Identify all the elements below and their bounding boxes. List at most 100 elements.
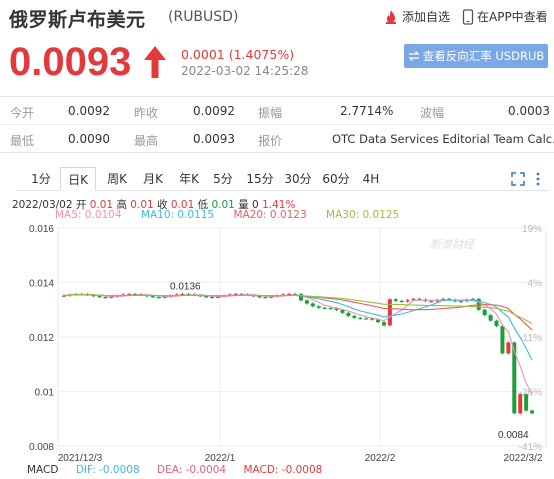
candle-body (304, 300, 309, 304)
ma5-line (63, 294, 533, 396)
view-in-app-button[interactable]: 在APP中查看 (462, 8, 548, 25)
candle-body (488, 315, 493, 321)
quote-info-table: 今开 0.0092 昨收 0.0092 振幅 2.7714% 波幅 0.0003… (0, 96, 554, 153)
low-label: 最低 (10, 134, 35, 148)
current-price: 0.0093 (9, 40, 132, 84)
add-watchlist-label: 添加自选 (402, 10, 451, 24)
watermark: 新浪财经 (430, 238, 475, 251)
tab-1min[interactable]: 1分 (24, 167, 58, 191)
quote-source-value: OTC Data Services Editorial Team Calc... (332, 132, 554, 146)
reverse-rate-label: 查看反向汇率 USDRUB (422, 49, 545, 63)
x-tick-label: 2022/2 (365, 453, 396, 464)
candle-body (346, 312, 351, 316)
max-annotation: 0.0136 (170, 281, 201, 292)
reverse-rate-button[interactable]: 查看反向汇率 USDRUB (404, 44, 548, 68)
info-row: 今开 0.0092 昨收 0.0092 振幅 2.7714% 波幅 0.0003 (0, 97, 554, 125)
currency-name: 俄罗斯卢布美元 (9, 9, 146, 31)
quote-source-label: 报价 (258, 134, 283, 148)
tab-daily[interactable]: 日K (60, 167, 96, 191)
amplitude-value: 2.7714% (340, 104, 394, 118)
prev-close-value: 0.0092 (193, 104, 235, 118)
candle-body (257, 296, 262, 298)
y-tick-label: 0.012 (29, 333, 54, 344)
tab-30min[interactable]: 30分 (280, 167, 316, 191)
candle-body (352, 315, 357, 318)
y-tick-label: 0.014 (29, 279, 54, 290)
candle-body (322, 307, 327, 310)
candle-body (405, 300, 410, 302)
candle-body (429, 301, 434, 303)
candle-body (494, 320, 499, 327)
y-tick-label: 0.016 (29, 224, 54, 235)
candle-body (393, 299, 398, 301)
y-tick-label: 0.01 (35, 388, 55, 399)
x-tick-label: 2022/3/2 (504, 453, 543, 464)
candle-body (482, 309, 487, 316)
candle-body (204, 296, 209, 298)
wave-value: 0.0003 (508, 104, 550, 118)
macd-value: MACD: -0.0008 (243, 464, 323, 476)
more-icon[interactable] (535, 172, 541, 186)
high-label: 最高 (134, 134, 159, 148)
pct-tick-label: 4% (528, 279, 543, 290)
candle-body (506, 342, 511, 354)
tab-yearly[interactable]: 年K (172, 167, 206, 191)
candle-body (210, 297, 215, 299)
up-arrow-icon (144, 46, 166, 78)
info-row: 最低 0.0090 最高 0.0093 报价 OTC Data Services… (0, 125, 554, 153)
candle-body (518, 394, 523, 414)
tab-60min[interactable]: 60分 (318, 167, 354, 191)
wave-label: 波幅 (420, 106, 445, 120)
prev-close-label: 昨收 (134, 106, 159, 120)
candle-body (263, 297, 268, 299)
header: 俄罗斯卢布美元 (RUBUSD) 添加自选 在APP中查看 (0, 0, 554, 32)
high-value: 0.0093 (193, 132, 235, 146)
candle-body (150, 296, 155, 298)
candle-body (500, 326, 505, 354)
tab-5min[interactable]: 5分 (208, 167, 238, 191)
swap-icon (408, 51, 420, 61)
candle-body (399, 300, 404, 303)
x-tick-label: 2022/1 (205, 453, 236, 464)
open-label: 今开 (10, 106, 35, 120)
open-value: 0.0092 (68, 104, 110, 118)
candle-body (512, 342, 517, 414)
flame-icon (386, 9, 396, 24)
candle-body (310, 303, 315, 307)
amplitude-label: 振幅 (258, 106, 283, 120)
candle-body (381, 322, 386, 326)
view-in-app-label: 在APP中查看 (477, 10, 548, 24)
candle-body (328, 308, 333, 310)
tab-15min[interactable]: 15分 (242, 167, 278, 191)
macd-title: MACD (27, 464, 59, 476)
low-value: 0.0090 (68, 132, 110, 146)
candle-body (156, 297, 161, 299)
candlestick-chart[interactable]: 0.0160.0140.0120.010.00819%4%-11%-26%-41… (0, 218, 554, 464)
quote-time: 2022-03-02 14:25:28 (181, 64, 309, 78)
currency-code: (RUBUSD) (168, 9, 239, 25)
candle-body (340, 309, 345, 313)
candle-body (316, 306, 321, 308)
pct-tick-label: 19% (522, 224, 542, 235)
x-tick-label: 2021/12/3 (58, 453, 103, 464)
y-tick-label: 0.008 (29, 442, 54, 453)
ma30-line (63, 294, 533, 324)
pct-tick-label: -41% (519, 442, 542, 453)
phone-icon (462, 8, 474, 25)
candle-body (458, 301, 463, 303)
macd-dea: DEA: -0.0004 (156, 464, 227, 476)
price-change: 0.0001 (1.4075%) (181, 47, 295, 62)
candle-body (524, 394, 529, 411)
min-annotation: 0.0084 (498, 430, 529, 441)
macd-dif: DIF: -0.0008 (75, 464, 140, 476)
candle-body (364, 318, 369, 320)
tab-weekly[interactable]: 周K (100, 167, 134, 191)
period-tabs: 1分 日K 周K 月K 年K 5分 15分 30分 60分 4H (16, 167, 549, 191)
ma10-line (63, 294, 533, 361)
add-watchlist-button[interactable]: 添加自选 (383, 8, 450, 25)
candle-body (387, 299, 392, 326)
tab-4h[interactable]: 4H (356, 167, 386, 191)
candle-body (358, 317, 363, 320)
fullscreen-icon[interactable] (511, 172, 525, 186)
tab-monthly[interactable]: 月K (136, 167, 170, 191)
